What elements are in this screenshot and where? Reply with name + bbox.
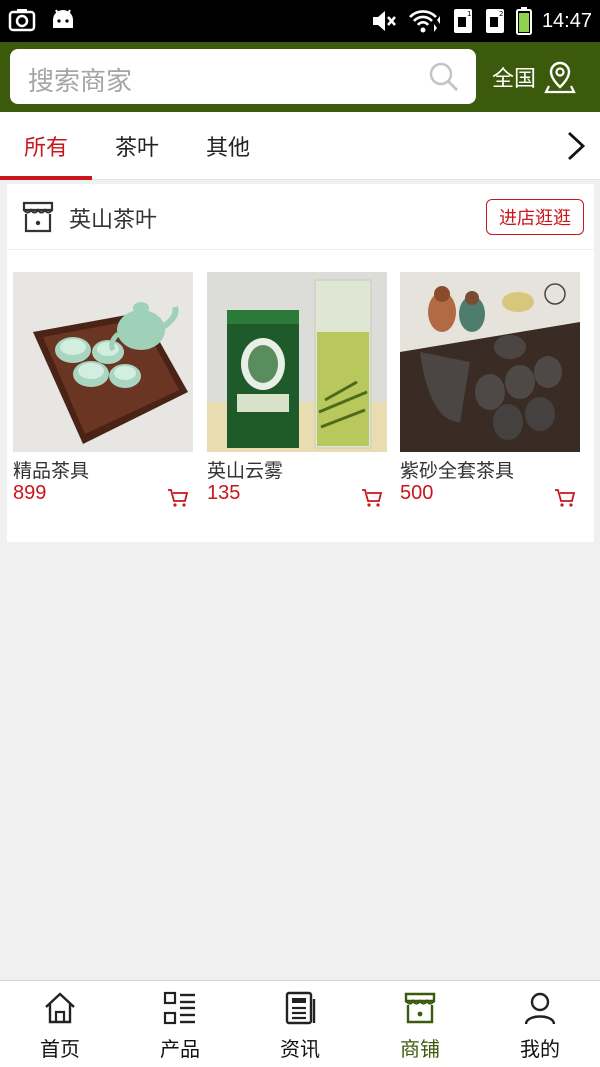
sim2-icon: 2 — [485, 9, 504, 33]
svg-text:1: 1 — [467, 10, 471, 18]
active-tab-indicator — [0, 176, 92, 180]
product-name: 英山云雾 — [207, 460, 284, 482]
sim1-icon: 1 — [453, 9, 472, 33]
screenshot-icon — [8, 9, 36, 32]
nav-products[interactable]: 产品 — [120, 981, 240, 1067]
cart-icon[interactable] — [554, 488, 576, 508]
app-header: 搜索商家 全国 — [0, 42, 600, 112]
shop-name: 英山茶叶 — [69, 208, 158, 233]
shop-header: 英山茶叶 进店逛逛 — [7, 184, 594, 250]
region-selector[interactable]: 全国 — [492, 54, 576, 100]
cart-icon[interactable] — [361, 488, 383, 508]
status-time: 14:47 — [541, 9, 592, 32]
search-input[interactable]: 搜索商家 — [10, 49, 476, 104]
product-price: 899 — [13, 482, 47, 504]
shop-card[interactable]: 英山茶叶 进店逛逛 精品茶具 899 英山云雾 135 紫砂全套茶具 500 — [7, 184, 594, 542]
tab-tea[interactable]: 茶叶 — [92, 112, 182, 180]
nav-home[interactable]: 首页 — [0, 981, 120, 1067]
bottom-navigation: 首页 产品 资讯 商铺 我的 — [0, 980, 600, 1067]
nav-label: 产品 — [160, 1037, 200, 1061]
product-card[interactable]: 精品茶具 899 — [13, 272, 193, 507]
tab-all[interactable]: 所有 — [0, 112, 92, 180]
nav-profile[interactable]: 我的 — [480, 981, 600, 1067]
product-name: 紫砂全套茶具 — [400, 460, 515, 482]
store-icon — [404, 992, 436, 1024]
status-bar: 1 2 14:47 — [0, 0, 600, 42]
svg-text:2: 2 — [499, 10, 503, 18]
product-image[interactable] — [13, 272, 193, 452]
product-price: 135 — [207, 482, 241, 504]
nav-label: 商铺 — [400, 1037, 440, 1061]
product-price: 500 — [400, 482, 434, 504]
nav-label: 资讯 — [280, 1037, 320, 1061]
product-name: 精品茶具 — [13, 460, 90, 482]
product-card[interactable]: 英山云雾 135 — [207, 272, 387, 507]
nav-news[interactable]: 资讯 — [240, 981, 360, 1067]
home-icon — [45, 992, 75, 1024]
store-icon — [22, 201, 54, 233]
android-icon — [53, 9, 73, 28]
search-icon[interactable] — [428, 61, 460, 93]
cart-icon[interactable] — [167, 488, 189, 508]
nav-label: 首页 — [40, 1037, 80, 1061]
product-image[interactable] — [400, 272, 580, 452]
wifi-icon — [408, 10, 440, 33]
tab-other[interactable]: 其他 — [182, 112, 274, 180]
visit-store-button[interactable]: 进店逛逛 — [486, 199, 584, 235]
location-pin-icon — [544, 61, 576, 94]
chevron-right-icon[interactable] — [564, 130, 588, 162]
product-card[interactable]: 紫砂全套茶具 500 — [400, 272, 580, 507]
nav-label: 我的 — [520, 1037, 560, 1061]
news-icon — [285, 991, 316, 1025]
product-image[interactable] — [207, 272, 387, 452]
mute-icon — [372, 11, 396, 31]
product-list-icon — [163, 991, 195, 1025]
category-tabs: 所有 茶叶 其他 — [0, 112, 600, 180]
nav-stores[interactable]: 商铺 — [360, 981, 480, 1067]
region-label: 全国 — [492, 67, 537, 92]
search-placeholder: 搜索商家 — [28, 67, 133, 97]
user-icon — [524, 992, 556, 1025]
battery-icon — [515, 7, 532, 35]
